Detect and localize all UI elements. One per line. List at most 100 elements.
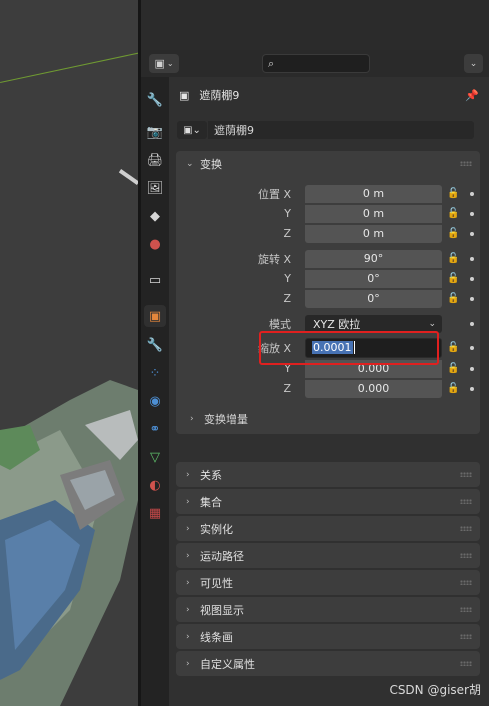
keyframe-dot-icon[interactable]	[470, 231, 474, 236]
particles-icon[interactable]: ⁘	[144, 362, 166, 384]
transform-panel-header[interactable]: ⌄ 变换	[176, 151, 480, 176]
keyframe-dot-icon[interactable]	[470, 256, 474, 261]
panel-relations[interactable]: › 关系	[176, 462, 480, 487]
physics-icon[interactable]: ◉	[144, 390, 166, 412]
drag-handle-icon[interactable]	[460, 161, 472, 166]
properties-editor: ▣ ⌄ ⌕ ⌄ 🔧 📷 🖨 🖼 ◆ ● ▭ ▣ 🔧 ⁘ ◉ ⚭ ▽ ◐ ▦ ▣ 遮…	[141, 50, 489, 706]
search-input[interactable]: ⌕	[262, 54, 370, 73]
rotation-z-field[interactable]: 0°	[305, 289, 442, 308]
panel-motion-paths[interactable]: › 运动路径	[176, 543, 480, 568]
drag-handle-icon[interactable]	[460, 499, 472, 504]
panel-title: 视图显示	[200, 603, 244, 617]
data-icon[interactable]: ▽	[144, 446, 166, 468]
location-y-value: 0 m	[362, 207, 385, 220]
properties-content: ▣ 遮荫棚9 📌 ▣⌄ 遮荫棚9 ⌄ 变换 位置 X 0 m 🔓 Y 0 m 🔓…	[169, 77, 489, 706]
modifier-icon[interactable]: 🔧	[144, 334, 166, 356]
output-icon[interactable]: 🖨	[144, 149, 166, 171]
collection-icon[interactable]: ▭	[144, 269, 166, 291]
x-axis-line	[0, 48, 138, 83]
lock-icon[interactable]: 🔓	[447, 208, 459, 219]
object-name-field[interactable]: 遮荫棚9	[208, 121, 474, 139]
keyframe-dot-icon[interactable]	[470, 366, 474, 371]
rotation-label: 旋转 X	[257, 252, 291, 266]
3d-viewport[interactable]	[0, 0, 138, 706]
panel-collections[interactable]: › 集合	[176, 489, 480, 514]
keyframe-dot-icon[interactable]	[470, 211, 474, 216]
scale-z-field[interactable]: 0.000	[305, 379, 442, 398]
lock-icon[interactable]: 🔓	[447, 188, 459, 199]
keyframe-dot-icon[interactable]	[470, 191, 474, 196]
delta-transform-subpanel[interactable]: › 变换增量	[190, 409, 470, 428]
constraints-icon[interactable]: ⚭	[144, 418, 166, 440]
lock-icon[interactable]: 🔓	[447, 363, 459, 374]
rotation-y-field[interactable]: 0°	[305, 269, 442, 288]
panel-line-art[interactable]: › 线条画	[176, 624, 480, 649]
panel-title: 线条画	[200, 630, 233, 644]
chevron-right-icon: ›	[190, 413, 194, 424]
material-icon[interactable]: ◐	[144, 474, 166, 496]
scene-model	[0, 380, 138, 706]
lock-icon[interactable]: 🔓	[447, 383, 459, 394]
location-label: 位置 X	[257, 187, 291, 201]
drag-handle-icon[interactable]	[460, 553, 472, 558]
keyframe-dot-icon[interactable]	[470, 386, 474, 391]
rotation-mode-dropdown[interactable]: XYZ 欧拉 ⌄	[305, 314, 442, 333]
rotation-x-field[interactable]: 90°	[305, 249, 442, 268]
annotation-highlight-box	[259, 331, 439, 365]
editor-type-button[interactable]: ▣ ⌄	[149, 54, 179, 73]
lock-icon[interactable]: 🔓	[447, 342, 459, 353]
location-x-value: 0 m	[362, 187, 385, 200]
lock-icon[interactable]: 🔓	[447, 273, 459, 284]
panel-title: 可见性	[200, 576, 233, 590]
lock-icon[interactable]: 🔓	[447, 293, 459, 304]
watermark: CSDN @giser胡	[389, 683, 481, 697]
keyframe-dot-icon[interactable]	[470, 345, 474, 350]
chevron-right-icon: ›	[186, 631, 190, 642]
object-icon[interactable]: ▣	[144, 305, 166, 327]
properties-tabs: 🔧 📷 🖨 🖼 ◆ ● ▭ ▣ 🔧 ⁘ ◉ ⚭ ▽ ◐ ▦	[141, 77, 169, 706]
panel-instancing[interactable]: › 实例化	[176, 516, 480, 541]
keyframe-dot-icon[interactable]	[470, 296, 474, 301]
panel-custom-properties[interactable]: › 自定义属性	[176, 651, 480, 676]
panel-viewport-display[interactable]: › 视图显示	[176, 597, 480, 622]
panel-title: 关系	[200, 468, 222, 482]
drag-handle-icon[interactable]	[460, 607, 472, 612]
keyframe-dot-icon[interactable]	[470, 276, 474, 281]
panel-title: 实例化	[200, 522, 233, 536]
panel-title: 集合	[200, 495, 222, 509]
object-icon: ▣	[179, 88, 190, 102]
drag-handle-icon[interactable]	[460, 580, 472, 585]
chevron-right-icon: ›	[186, 496, 190, 507]
axis-y-label: Y	[284, 207, 291, 220]
drag-handle-icon[interactable]	[460, 634, 472, 639]
render-icon[interactable]: 📷	[144, 121, 166, 143]
location-x-field[interactable]: 0 m	[305, 184, 442, 203]
drag-handle-icon[interactable]	[460, 526, 472, 531]
pin-icon[interactable]: 📌	[465, 89, 479, 102]
panel-visibility[interactable]: › 可见性	[176, 570, 480, 595]
chevron-right-icon: ›	[186, 658, 190, 669]
options-button[interactable]: ⌄	[464, 54, 483, 73]
chevron-right-icon: ›	[186, 604, 190, 615]
chevron-down-icon: ⌄	[166, 59, 174, 68]
view-layer-icon[interactable]: 🖼	[144, 177, 166, 199]
object-name-row: ▣⌄ 遮荫棚9	[169, 118, 489, 142]
rotation-y-row: Y 0° 🔓	[176, 269, 480, 288]
keyframe-dot-icon[interactable]	[470, 321, 474, 326]
object-type-selector[interactable]: ▣⌄	[177, 121, 207, 139]
drag-handle-icon[interactable]	[460, 661, 472, 666]
tool-icon[interactable]: 🔧	[144, 89, 166, 111]
texture-icon[interactable]: ▦	[144, 502, 166, 524]
location-z-value: 0 m	[362, 227, 385, 240]
axis-y-label: Y	[284, 272, 291, 285]
location-z-field[interactable]: 0 m	[305, 224, 442, 243]
lock-icon[interactable]: 🔓	[447, 253, 459, 264]
world-icon[interactable]: ●	[144, 233, 166, 255]
lock-icon[interactable]: 🔓	[447, 228, 459, 239]
panel-title: 运动路径	[200, 549, 244, 563]
drag-handle-icon[interactable]	[460, 472, 472, 477]
axis-z-label: Z	[283, 382, 291, 395]
scene-icon[interactable]: ◆	[144, 205, 166, 227]
rotation-y-value: 0°	[367, 272, 380, 285]
location-y-field[interactable]: 0 m	[305, 204, 442, 223]
